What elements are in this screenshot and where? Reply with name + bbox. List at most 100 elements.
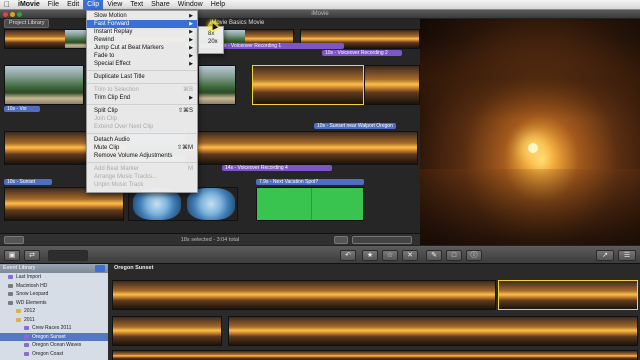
drive-icon (8, 300, 13, 305)
voiceover-tag[interactable]: 4.4s - Voiceover Recording 1 (214, 43, 344, 49)
viewer-clouds (420, 39, 640, 119)
title-tag[interactable]: 10s - Sunset (4, 179, 52, 185)
menu-item-label: Remove Volume Adjustments (94, 153, 173, 159)
menu-item-label: Trim to Selection (94, 87, 139, 93)
event-library-list: Last Import Macintosh HD Snow Leopard WD El… (0, 273, 108, 358)
event-browser: Oregon Sunset (108, 264, 640, 360)
voiceover-tag[interactable]: 10s - Voiceover Recording 2 (322, 50, 402, 56)
event-library-item-wd-elements[interactable]: WD Elements (0, 299, 108, 308)
film-icon (8, 275, 13, 280)
speed-8x-item[interactable]: 8x (199, 30, 223, 38)
fullscreen-button[interactable]: ↗ (596, 250, 614, 261)
project-clip-sunset-selected[interactable] (252, 65, 364, 105)
menu-separator (87, 104, 197, 105)
viewer-sun (528, 143, 538, 153)
menu-shortcut: ⇧⌘S (177, 108, 193, 114)
project-clip-green[interactable] (256, 187, 364, 221)
menu-item-slow-motion[interactable]: Slow Motion ▶ (87, 12, 197, 20)
menu-item-rewind[interactable]: Rewind ▶ (87, 36, 197, 44)
camera-import-button[interactable]: ▣ (4, 250, 20, 261)
unmark-button[interactable]: ☆ (382, 250, 398, 261)
menu-item-split-clip[interactable]: Split Clip ⇧⌘S (87, 107, 197, 115)
swap-events-button[interactable]: ⇄ (24, 250, 40, 261)
menu-item-fast-forward[interactable]: Fast Forward ▶ (87, 20, 197, 28)
event-library-item-oregon-coast[interactable]: Oregon Coast (0, 350, 108, 359)
menu-bar:  iMovie File Edit Clip View Text Share … (0, 0, 640, 10)
event-library-item-snow-leopard[interactable]: Snow Leopard (0, 290, 108, 299)
menu-item-detach-audio[interactable]: Detach Audio (87, 136, 197, 144)
reject-button[interactable]: ✕ (402, 250, 418, 261)
audio-button[interactable] (334, 236, 348, 244)
menu-separator (87, 83, 197, 84)
menu-item-fade-to[interactable]: Fade to ▶ (87, 52, 197, 60)
menu-share[interactable]: Share (147, 0, 174, 10)
menu-item-jump-cut-at-beat-markers[interactable]: Jump Cut at Beat Markers ▶ (87, 44, 197, 52)
mouse-cursor-icon (208, 21, 218, 31)
film-icon (24, 343, 29, 348)
menu-edit[interactable]: Edit (63, 0, 83, 10)
event-library-item-label: 2011 (24, 316, 35, 323)
adjust-button[interactable]: ⓘ (466, 250, 482, 261)
project-library-button[interactable]: Project Library (4, 19, 50, 28)
event-library-item-oregon-ocean-waves[interactable]: Oregon Ocean Waves (0, 341, 108, 350)
event-library-title: Event Library (3, 265, 36, 271)
event-clip-strip-2[interactable] (112, 316, 222, 346)
event-clip-strip-1[interactable] (112, 280, 496, 310)
menu-shortcut: ⌘B (182, 87, 193, 93)
menu-text[interactable]: Text (126, 0, 147, 10)
viewer-sea (420, 169, 640, 245)
undo-button[interactable]: ↶ (340, 250, 356, 261)
title-tag[interactable]: 10s - Voi (4, 106, 40, 112)
submenu-arrow-icon: ▶ (189, 29, 193, 35)
project-clip-sunset-2[interactable] (364, 65, 420, 105)
menu-view[interactable]: View (103, 0, 126, 10)
menu-window[interactable]: Window (174, 0, 207, 10)
browser-toggle-button[interactable]: ☰ (618, 250, 636, 261)
event-library-item-crew-races-2011[interactable]: Crew Races 2011 (0, 324, 108, 333)
event-library-item-2012[interactable]: 2012 (0, 307, 108, 316)
event-library-toggle-button[interactable] (95, 265, 105, 272)
menu-item-duplicate-last-title[interactable]: Duplicate Last Title (87, 73, 197, 81)
event-clip-strip-4[interactable] (112, 350, 638, 360)
project-clip-beach-2[interactable] (198, 65, 236, 105)
menu-item-label: Detach Audio (94, 137, 130, 143)
event-library-item-label: Oregon Sunset (32, 333, 66, 340)
event-clip-selected[interactable] (498, 280, 638, 310)
zoom-slider[interactable] (352, 236, 412, 244)
event-library: Event Library Last Import Macintosh HD Sno… (0, 264, 108, 360)
voiceover-tag[interactable]: 14s - Voiceover Recording 4 (222, 165, 332, 171)
menu-item-special-effect[interactable]: Special Effect ▶ (87, 60, 197, 68)
menu-item-instant-replay[interactable]: Instant Replay ▶ (87, 28, 197, 36)
submenu-arrow-icon: ▶ (189, 61, 193, 67)
drive-icon (8, 283, 13, 288)
menu-item-label: Special Effect (94, 61, 131, 67)
submenu-arrow-icon: ▶ (189, 37, 193, 43)
event-library-item-last-import[interactable]: Last Import (0, 273, 108, 282)
thumbnail-size-slider[interactable] (48, 250, 88, 261)
project-clip-strip-3[interactable] (4, 131, 418, 165)
event-library-item-macintosh-hd[interactable]: Macintosh HD (0, 282, 108, 291)
title-tag[interactable]: 10s - Sunset near Walport Oregon (314, 123, 396, 129)
video-viewer[interactable] (420, 19, 640, 245)
menu-item-label: Duplicate Last Title (94, 74, 145, 80)
menu-app[interactable]: iMovie (14, 0, 44, 10)
speed-20x-item[interactable]: 20x (199, 38, 223, 46)
keyword-button[interactable]: ✎ (426, 250, 442, 261)
event-library-item-2011[interactable]: 2011 (0, 316, 108, 325)
submenu-arrow-icon: ▶ (189, 13, 193, 19)
menu-item-unpin-music-track: Unpin Music Track (87, 181, 197, 189)
menu-item-remove-volume-adjustments[interactable]: Remove Volume Adjustments (87, 152, 197, 160)
menu-item-trim-clip-end[interactable]: Trim Clip End ▶ (87, 94, 197, 102)
favorite-button[interactable]: ★ (362, 250, 378, 261)
drive-icon (8, 292, 13, 297)
event-clip-strip-3[interactable] (228, 316, 638, 346)
apple-menu-icon[interactable]:  (4, 0, 14, 9)
event-library-item-oregon-sunset[interactable]: Oregon Sunset (0, 332, 108, 341)
menu-item-mute-clip[interactable]: Mute Clip ⇧⌘M (87, 144, 197, 152)
menu-help[interactable]: Help (207, 0, 229, 10)
crop-button[interactable]: □ (446, 250, 462, 261)
menu-clip[interactable]: Clip (83, 0, 104, 10)
project-clip-beach-1[interactable] (4, 65, 84, 105)
menu-file[interactable]: File (44, 0, 63, 10)
title-tag[interactable]: 7.9s - Next Vacation Spot? (256, 179, 364, 185)
